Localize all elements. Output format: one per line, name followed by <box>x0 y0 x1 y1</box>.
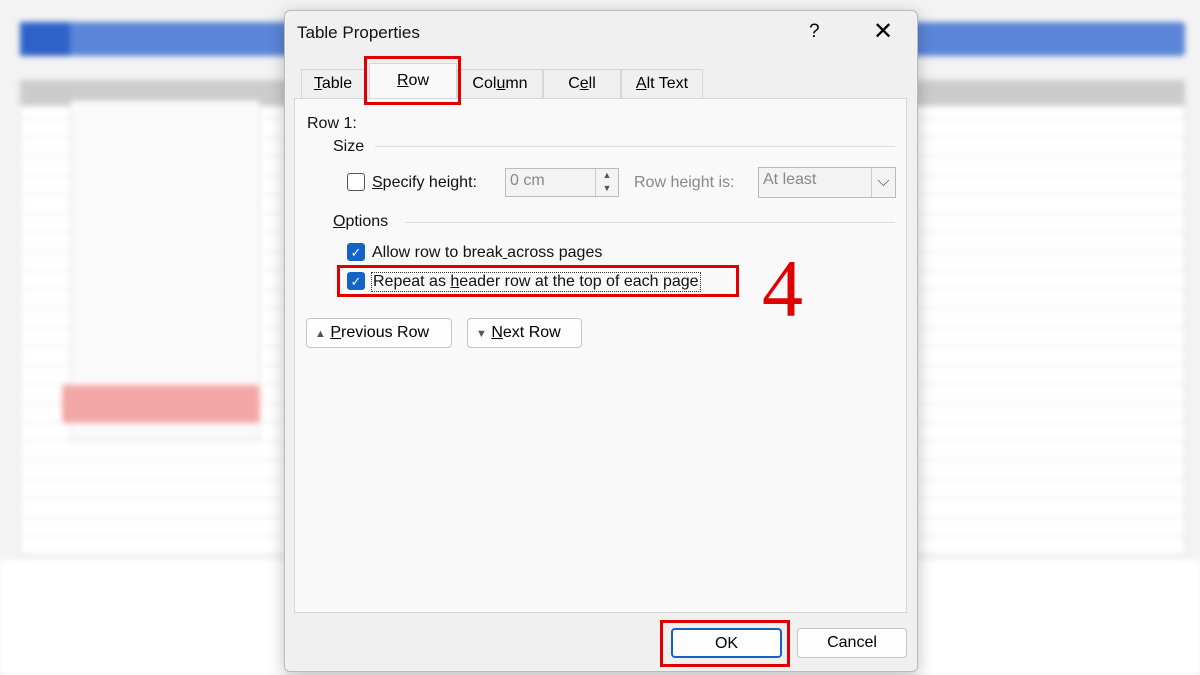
triangle-down-icon: ▼ <box>476 328 487 340</box>
row-height-is-label: Row height is: <box>634 174 735 191</box>
chevron-down-icon: ⌵ <box>871 168 895 197</box>
specify-height-label: Specify height: <box>372 174 477 191</box>
tab-cell[interactable]: Cell <box>543 69 621 99</box>
tab-alt-text[interactable]: Alt Text <box>621 69 703 99</box>
tab-table[interactable]: Table <box>301 69 365 99</box>
tab-column[interactable]: Column <box>457 69 543 99</box>
specify-height-checkbox[interactable] <box>347 173 365 191</box>
cancel-button[interactable]: Cancel <box>797 628 907 658</box>
table-properties-dialog: Table Properties ? ✕ Table Row Column Ce… <box>284 10 918 672</box>
previous-row-button[interactable]: ▲ Previous Row <box>306 318 452 348</box>
triangle-up-icon: ▲ <box>315 328 326 340</box>
size-group-label: Size <box>333 138 365 155</box>
highlight-ok-button <box>660 620 790 667</box>
row-height-select[interactable]: At least ⌵ <box>758 167 896 198</box>
step-number-annotation: 4 <box>762 243 803 334</box>
height-spinner[interactable]: ▲ ▼ <box>595 169 618 196</box>
highlight-repeat-header <box>337 265 739 297</box>
allow-break-label: Allow row to break across pages <box>372 244 603 261</box>
help-icon[interactable]: ? <box>809 21 820 43</box>
options-group-label: Options <box>333 213 389 230</box>
close-icon[interactable]: ✕ <box>873 17 893 46</box>
row-heading: Row 1: <box>307 115 357 132</box>
next-row-button[interactable]: ▼ Next Row <box>467 318 582 348</box>
allow-break-checkbox[interactable]: ✓ <box>347 243 365 261</box>
highlight-row-tab <box>364 56 461 105</box>
dialog-title: Table Properties <box>297 23 420 42</box>
